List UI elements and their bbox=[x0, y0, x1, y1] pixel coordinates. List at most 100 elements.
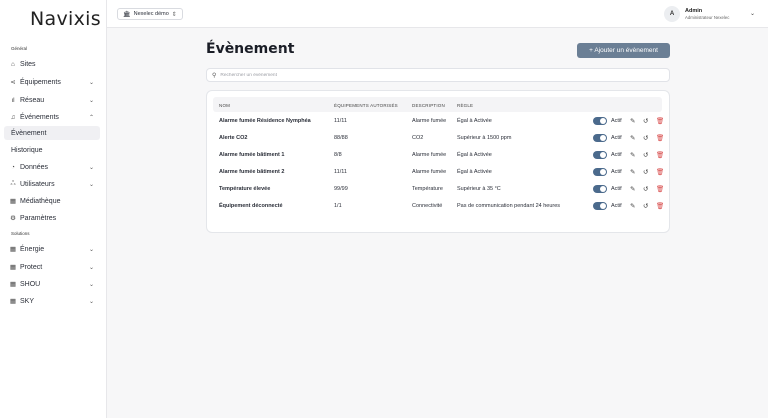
status-label: Actif bbox=[611, 135, 622, 141]
section-label-solutions: Solutions bbox=[11, 231, 30, 236]
status-label: Actif bbox=[611, 152, 622, 158]
sidebar-item-protect[interactable]: ▦ Protect ⌄ bbox=[4, 260, 100, 274]
column-header-name[interactable]: NOM bbox=[219, 103, 230, 108]
grid-icon: ▦ bbox=[9, 246, 17, 253]
edit-icon[interactable]: ✎ bbox=[630, 202, 635, 210]
sidebar-item-label: Évènement bbox=[11, 129, 47, 137]
history-icon[interactable]: ↺ bbox=[643, 202, 648, 210]
column-header-equipments[interactable]: ÉQUIPEMENTS AUTORISÉS bbox=[334, 103, 398, 108]
table-row[interactable]: Alarme fumée bâtiment 2 11/11 Alarme fum… bbox=[213, 164, 664, 181]
delete-icon[interactable]: 🗑 bbox=[656, 168, 664, 176]
history-icon[interactable]: ↺ bbox=[643, 168, 648, 176]
delete-icon[interactable]: 🗑 bbox=[656, 117, 664, 125]
event-description: Alarme fumée bbox=[412, 118, 447, 124]
users-icon: ஃ bbox=[10, 180, 16, 187]
chart-icon: ◔ bbox=[11, 163, 15, 171]
status-label: Actif bbox=[611, 169, 622, 175]
event-equipments: 1/1 bbox=[334, 203, 342, 209]
event-description: CO2 bbox=[412, 135, 424, 141]
table-header: NOM ÉQUIPEMENTS AUTORISÉS DESCRIPTION RÈ… bbox=[213, 97, 662, 112]
sidebar-item-label: Historique bbox=[11, 146, 43, 154]
event-description: Alarme fumée bbox=[412, 169, 447, 175]
sidebar-subitem-evenement[interactable]: Évènement bbox=[4, 126, 100, 140]
search-input[interactable] bbox=[220, 72, 521, 78]
topbar: 🏛 Nexelec démo ⇕ A Admin Administrateur … bbox=[107, 0, 768, 28]
edit-icon[interactable]: ✎ bbox=[630, 168, 635, 176]
add-event-button[interactable]: + Ajouter un évènement bbox=[577, 43, 670, 58]
chevron-down-icon: ⌄ bbox=[88, 181, 94, 188]
sidebar-item-parametres[interactable]: ⚙ Paramètres bbox=[4, 211, 100, 225]
chevron-up-icon: ⌃ bbox=[88, 114, 94, 121]
sidebar-item-evenements[interactable]: ♫ Événements ⌃ bbox=[4, 110, 100, 124]
sidebar-item-energie[interactable]: ▦ Énergie ⌄ bbox=[4, 242, 100, 256]
history-icon[interactable]: ↺ bbox=[643, 117, 648, 125]
section-label-general: Général bbox=[11, 46, 28, 51]
search-bar[interactable]: ⚲ bbox=[206, 68, 670, 82]
chevron-down-icon: ⌄ bbox=[88, 298, 94, 305]
sidebar-item-donnees[interactable]: ◔ Données ⌄ bbox=[4, 160, 100, 174]
delete-icon[interactable]: 🗑 bbox=[656, 151, 664, 159]
sidebar-item-utilisateurs[interactable]: ஃ Utilisateurs ⌄ bbox=[4, 177, 100, 191]
event-equipments: 11/11 bbox=[334, 169, 347, 175]
column-header-rule[interactable]: RÈGLE bbox=[457, 103, 473, 108]
table-row[interactable]: Alarme fumée Résidence Nymphéa 11/11 Ala… bbox=[213, 113, 664, 130]
active-toggle[interactable] bbox=[593, 134, 607, 142]
grid-icon: ▦ bbox=[9, 198, 17, 205]
delete-icon[interactable]: 🗑 bbox=[656, 134, 664, 142]
edit-icon[interactable]: ✎ bbox=[630, 117, 635, 125]
active-toggle[interactable] bbox=[593, 117, 607, 125]
sidebar-item-label: SKY bbox=[20, 297, 35, 305]
active-toggle[interactable] bbox=[593, 151, 607, 159]
event-description: Température bbox=[412, 186, 443, 192]
user-role: Administrateur Nexelec bbox=[685, 14, 730, 20]
sidebar-subitem-historique[interactable]: Historique bbox=[4, 143, 100, 157]
sidebar-item-sites[interactable]: ⌂ Sites bbox=[4, 57, 100, 71]
user-name[interactable]: Admin bbox=[685, 8, 702, 14]
sidebar-item-label: Médiathèque bbox=[20, 197, 61, 205]
event-equipments: 99/99 bbox=[334, 186, 348, 192]
star-icon[interactable]: ☆ bbox=[275, 45, 282, 54]
sidebar-item-reseau[interactable]: ıl Réseau ⌄ bbox=[4, 93, 100, 107]
chevron-down-icon[interactable]: ⌄ bbox=[750, 10, 755, 17]
sidebar-item-label: SHOU bbox=[20, 280, 41, 288]
chevron-down-icon: ⌄ bbox=[88, 246, 94, 253]
edit-icon[interactable]: ✎ bbox=[630, 134, 635, 142]
organization-select[interactable]: 🏛 Nexelec démo ⇕ bbox=[117, 8, 183, 20]
history-icon[interactable]: ↺ bbox=[643, 134, 648, 142]
table-row[interactable]: Équipement déconnecté 1/1 Connectivité P… bbox=[213, 198, 664, 215]
sidebar-item-sky[interactable]: ▦ SKY ⌄ bbox=[4, 294, 100, 308]
event-description: Connectivité bbox=[412, 203, 443, 209]
sidebar-item-equipements[interactable]: ⋖ Équipements ⌄ bbox=[4, 75, 100, 89]
sidebar-item-shou[interactable]: ▦ SHOU ⌄ bbox=[4, 277, 100, 291]
event-rule: Supérieur à 35 °C bbox=[457, 186, 501, 192]
delete-icon[interactable]: 🗑 bbox=[656, 185, 664, 193]
edit-icon[interactable]: ✎ bbox=[630, 185, 635, 193]
chevron-down-icon: ⌄ bbox=[88, 79, 94, 86]
history-icon[interactable]: ↺ bbox=[643, 185, 648, 193]
edit-icon[interactable]: ✎ bbox=[630, 151, 635, 159]
grid-icon: ▦ bbox=[9, 264, 17, 271]
sidebar-item-mediatheque[interactable]: ▦ Médiathèque bbox=[4, 194, 100, 208]
status-label: Actif bbox=[611, 186, 622, 192]
sidebar: Navixis Général ⌂ Sites ⋖ Équipements ⌄ … bbox=[0, 0, 107, 418]
table-row[interactable]: Alarme fumée bâtiment 1 8/8 Alarme fumée… bbox=[213, 147, 664, 164]
grid-icon: ▦ bbox=[9, 281, 17, 288]
table-row[interactable]: Alerte CO2 88/88 CO2 Supérieur à 1500 pp… bbox=[213, 130, 664, 147]
event-rule: Pas de communication pendant 24 heures bbox=[457, 203, 561, 209]
active-toggle[interactable] bbox=[593, 185, 607, 193]
delete-icon[interactable]: 🗑 bbox=[656, 202, 664, 210]
chevron-down-icon: ⌄ bbox=[88, 264, 94, 271]
active-toggle[interactable] bbox=[593, 202, 607, 210]
status-label: Actif bbox=[611, 203, 622, 209]
table-row[interactable]: Température élevée 99/99 Température Sup… bbox=[213, 181, 664, 198]
sidebar-item-label: Énergie bbox=[20, 245, 45, 253]
avatar[interactable]: A bbox=[664, 6, 680, 22]
sidebar-item-label: Événements bbox=[20, 113, 59, 121]
event-equipments: 88/88 bbox=[334, 135, 348, 141]
active-toggle[interactable] bbox=[593, 168, 607, 176]
history-icon[interactable]: ↺ bbox=[643, 151, 648, 159]
event-name: Équipement déconnecté bbox=[219, 203, 283, 209]
app-logo[interactable]: Navixis bbox=[30, 8, 101, 30]
sidebar-item-label: Réseau bbox=[20, 96, 45, 104]
column-header-description[interactable]: DESCRIPTION bbox=[412, 103, 445, 108]
